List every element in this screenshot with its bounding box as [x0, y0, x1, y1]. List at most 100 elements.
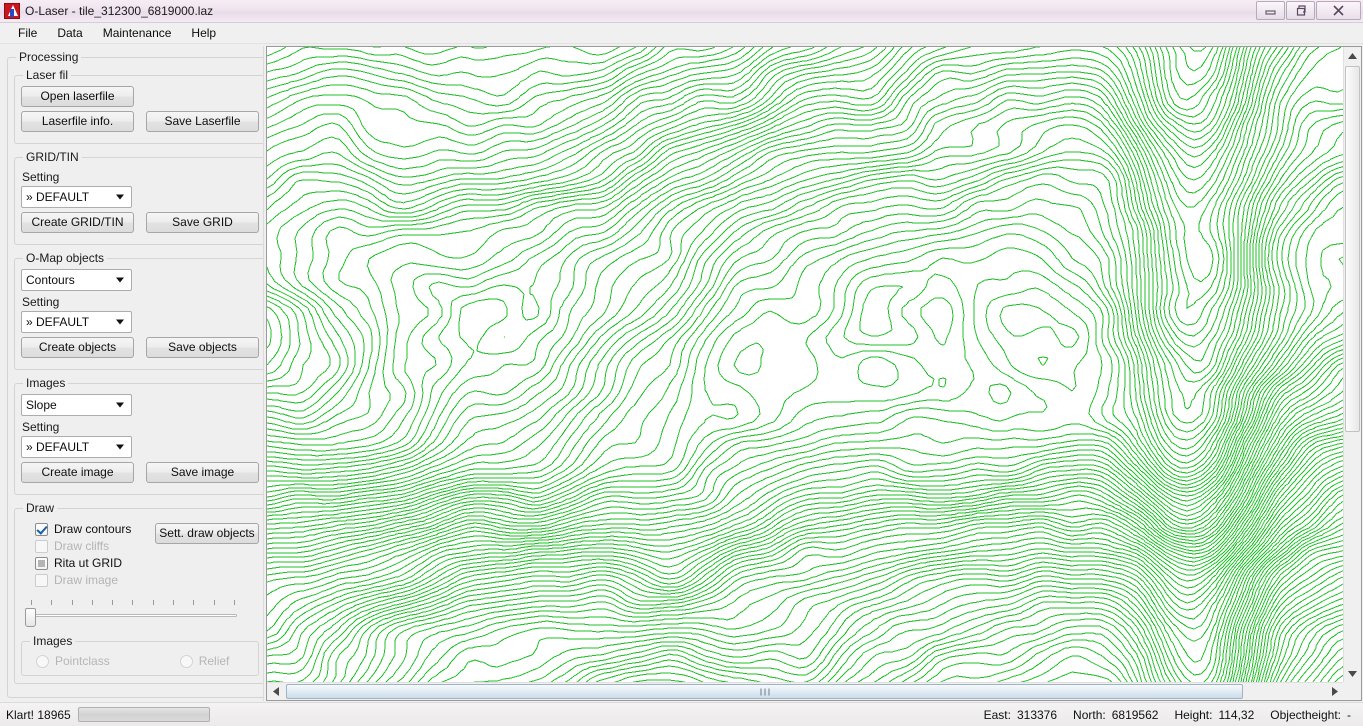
- radio-icon-relief: [179, 654, 193, 668]
- omap-objects-type-value: Contours: [26, 273, 75, 287]
- scroll-down-icon[interactable]: [1344, 665, 1361, 682]
- scroll-right-icon[interactable]: [1326, 683, 1343, 700]
- draw-density-slider[interactable]: [23, 600, 241, 630]
- height-readout: Height: 114,32: [1174, 708, 1254, 722]
- create-image-button[interactable]: Create image: [21, 462, 134, 483]
- checkbox-icon-draw-contours[interactable]: [35, 522, 48, 536]
- omap-objects-type-combo[interactable]: Contours: [21, 269, 132, 291]
- images-type-value: Slope: [26, 398, 57, 412]
- contour-map-canvas[interactable]: [267, 47, 1343, 682]
- coordinate-readout: East: 313376 North: 6819562 Height: 114,32 …: [984, 708, 1351, 722]
- sett-draw-objects-button[interactable]: Sett. draw objects: [155, 523, 259, 544]
- images-legend: Images: [26, 376, 66, 390]
- status-left: Klart! 18965: [6, 707, 210, 722]
- main-body: Processing Laser fil Open laserfile Lase…: [0, 44, 1363, 702]
- north-readout: North: 6819562: [1073, 708, 1158, 722]
- chevron-down-icon: [116, 444, 124, 450]
- checkbox-icon-draw-image: [35, 573, 48, 587]
- pointclass-label: Pointclass: [55, 654, 110, 668]
- omap-objects-legend: O-Map objects: [26, 251, 105, 265]
- east-value: 313376: [1016, 707, 1058, 722]
- height-label: Height:: [1174, 707, 1213, 722]
- east-label: East:: [983, 707, 1011, 722]
- omap-objects-setting-label: Setting: [22, 295, 60, 309]
- images-bottom-group: Images Pointclass Relief: [21, 634, 259, 676]
- create-objects-button[interactable]: Create objects: [21, 337, 134, 358]
- scroll-thumb-grip: [760, 688, 769, 695]
- save-laserfile-button[interactable]: Save Laserfile: [146, 111, 259, 132]
- chevron-down-icon: [116, 277, 124, 283]
- slider-thumb[interactable]: [25, 608, 36, 627]
- slider-track[interactable]: [31, 614, 237, 617]
- scrollbar-corner: [1343, 682, 1361, 700]
- save-grid-button[interactable]: Save GRID: [146, 212, 259, 233]
- laser-file-group: Laser fil Open laserfile Laserfile info.…: [14, 68, 263, 144]
- objectheight-readout: Objectheight: -: [1270, 708, 1351, 722]
- images-setting-combo[interactable]: » DEFAULT: [21, 436, 132, 458]
- grid-tin-setting-combo[interactable]: » DEFAULT: [21, 186, 132, 208]
- horizontal-scroll-thumb[interactable]: [286, 684, 1243, 699]
- close-button[interactable]: [1316, 1, 1361, 20]
- window-title: O-Laser - tile_312300_6819000.laz: [25, 4, 214, 18]
- radio-icon-pointclass: [36, 654, 49, 668]
- radio-row-pointclass: Pointclass: [36, 654, 110, 668]
- objectheight-label: Objectheight:: [1270, 707, 1341, 722]
- menu-item-data[interactable]: Data: [47, 24, 92, 42]
- images-setting-value: » DEFAULT: [26, 440, 90, 454]
- laserfile-info-button[interactable]: Laserfile info.: [21, 111, 134, 132]
- save-image-button[interactable]: Save image: [146, 462, 259, 483]
- chevron-down-icon: [116, 194, 124, 200]
- grid-tin-group: GRID/TIN Setting » DEFAULT Create GRID/T…: [14, 150, 263, 245]
- contour-lines: [267, 47, 1343, 682]
- restore-button[interactable]: [1286, 1, 1315, 20]
- draw-contours-label: Draw contours: [54, 522, 132, 536]
- height-value: 114,32: [1218, 707, 1255, 722]
- title-bar: O-Laser - tile_312300_6819000.laz: [0, 0, 1363, 23]
- grid-tin-setting-label: Setting: [22, 170, 60, 184]
- north-value: 6819562: [1111, 707, 1159, 722]
- app-window: O-Laser - tile_312300_6819000.laz File D…: [0, 0, 1363, 726]
- map-vertical-scrollbar[interactable]: [1343, 47, 1361, 682]
- omap-objects-setting-value: » DEFAULT: [26, 315, 90, 329]
- scroll-up-icon[interactable]: [1344, 47, 1361, 64]
- draw-group: Draw Draw contours Draw cliffs Rita ut G…: [14, 501, 263, 684]
- draw-image-row: Draw image: [35, 573, 155, 587]
- map-view[interactable]: [266, 46, 1362, 701]
- vertical-scroll-thumb[interactable]: [1345, 66, 1360, 432]
- scroll-left-icon[interactable]: [267, 683, 284, 700]
- open-laserfile-button[interactable]: Open laserfile: [21, 86, 134, 107]
- chevron-down-icon: [116, 319, 124, 325]
- save-objects-button[interactable]: Save objects: [146, 337, 259, 358]
- images-type-combo[interactable]: Slope: [21, 394, 132, 416]
- rita-ut-grid-label: Rita ut GRID: [54, 556, 123, 570]
- east-readout: East: 313376: [984, 708, 1057, 722]
- omap-objects-group: O-Map objects Contours Setting » DEFAULT…: [14, 251, 263, 370]
- draw-legend: Draw: [26, 501, 55, 515]
- map-horizontal-scrollbar[interactable]: [267, 682, 1343, 700]
- window-controls: [1255, 1, 1361, 21]
- rita-ut-grid-row[interactable]: Rita ut GRID: [35, 556, 155, 570]
- draw-cliffs-label: Draw cliffs: [54, 539, 110, 553]
- draw-image-label: Draw image: [54, 573, 119, 587]
- left-panel: Processing Laser fil Open laserfile Lase…: [1, 46, 264, 701]
- processing-group: Processing Laser fil Open laserfile Lase…: [7, 50, 263, 698]
- draw-cliffs-row: Draw cliffs: [35, 539, 155, 553]
- create-grid-tin-button[interactable]: Create GRID/TIN: [21, 212, 134, 233]
- menu-item-maintenance[interactable]: Maintenance: [93, 24, 182, 42]
- progress-bar: [77, 707, 210, 722]
- processing-legend: Processing: [19, 50, 79, 64]
- radio-row-relief: Relief: [179, 654, 230, 668]
- images-group: Images Slope Setting » DEFAULT Create im…: [14, 376, 263, 495]
- omap-objects-setting-combo[interactable]: » DEFAULT: [21, 311, 132, 333]
- status-message: Klart! 18965: [6, 707, 71, 722]
- checkbox-icon-rita-ut-grid[interactable]: [35, 556, 48, 570]
- menu-item-help[interactable]: Help: [181, 24, 226, 42]
- grid-tin-setting-value: » DEFAULT: [26, 190, 90, 204]
- draw-contours-row[interactable]: Draw contours: [35, 522, 155, 536]
- menu-item-file[interactable]: File: [8, 24, 47, 42]
- relief-label: Relief: [198, 654, 230, 668]
- grid-tin-legend: GRID/TIN: [26, 150, 79, 164]
- minimize-button[interactable]: [1256, 1, 1285, 20]
- app-icon: [4, 3, 20, 19]
- slider-ticks: [31, 600, 235, 606]
